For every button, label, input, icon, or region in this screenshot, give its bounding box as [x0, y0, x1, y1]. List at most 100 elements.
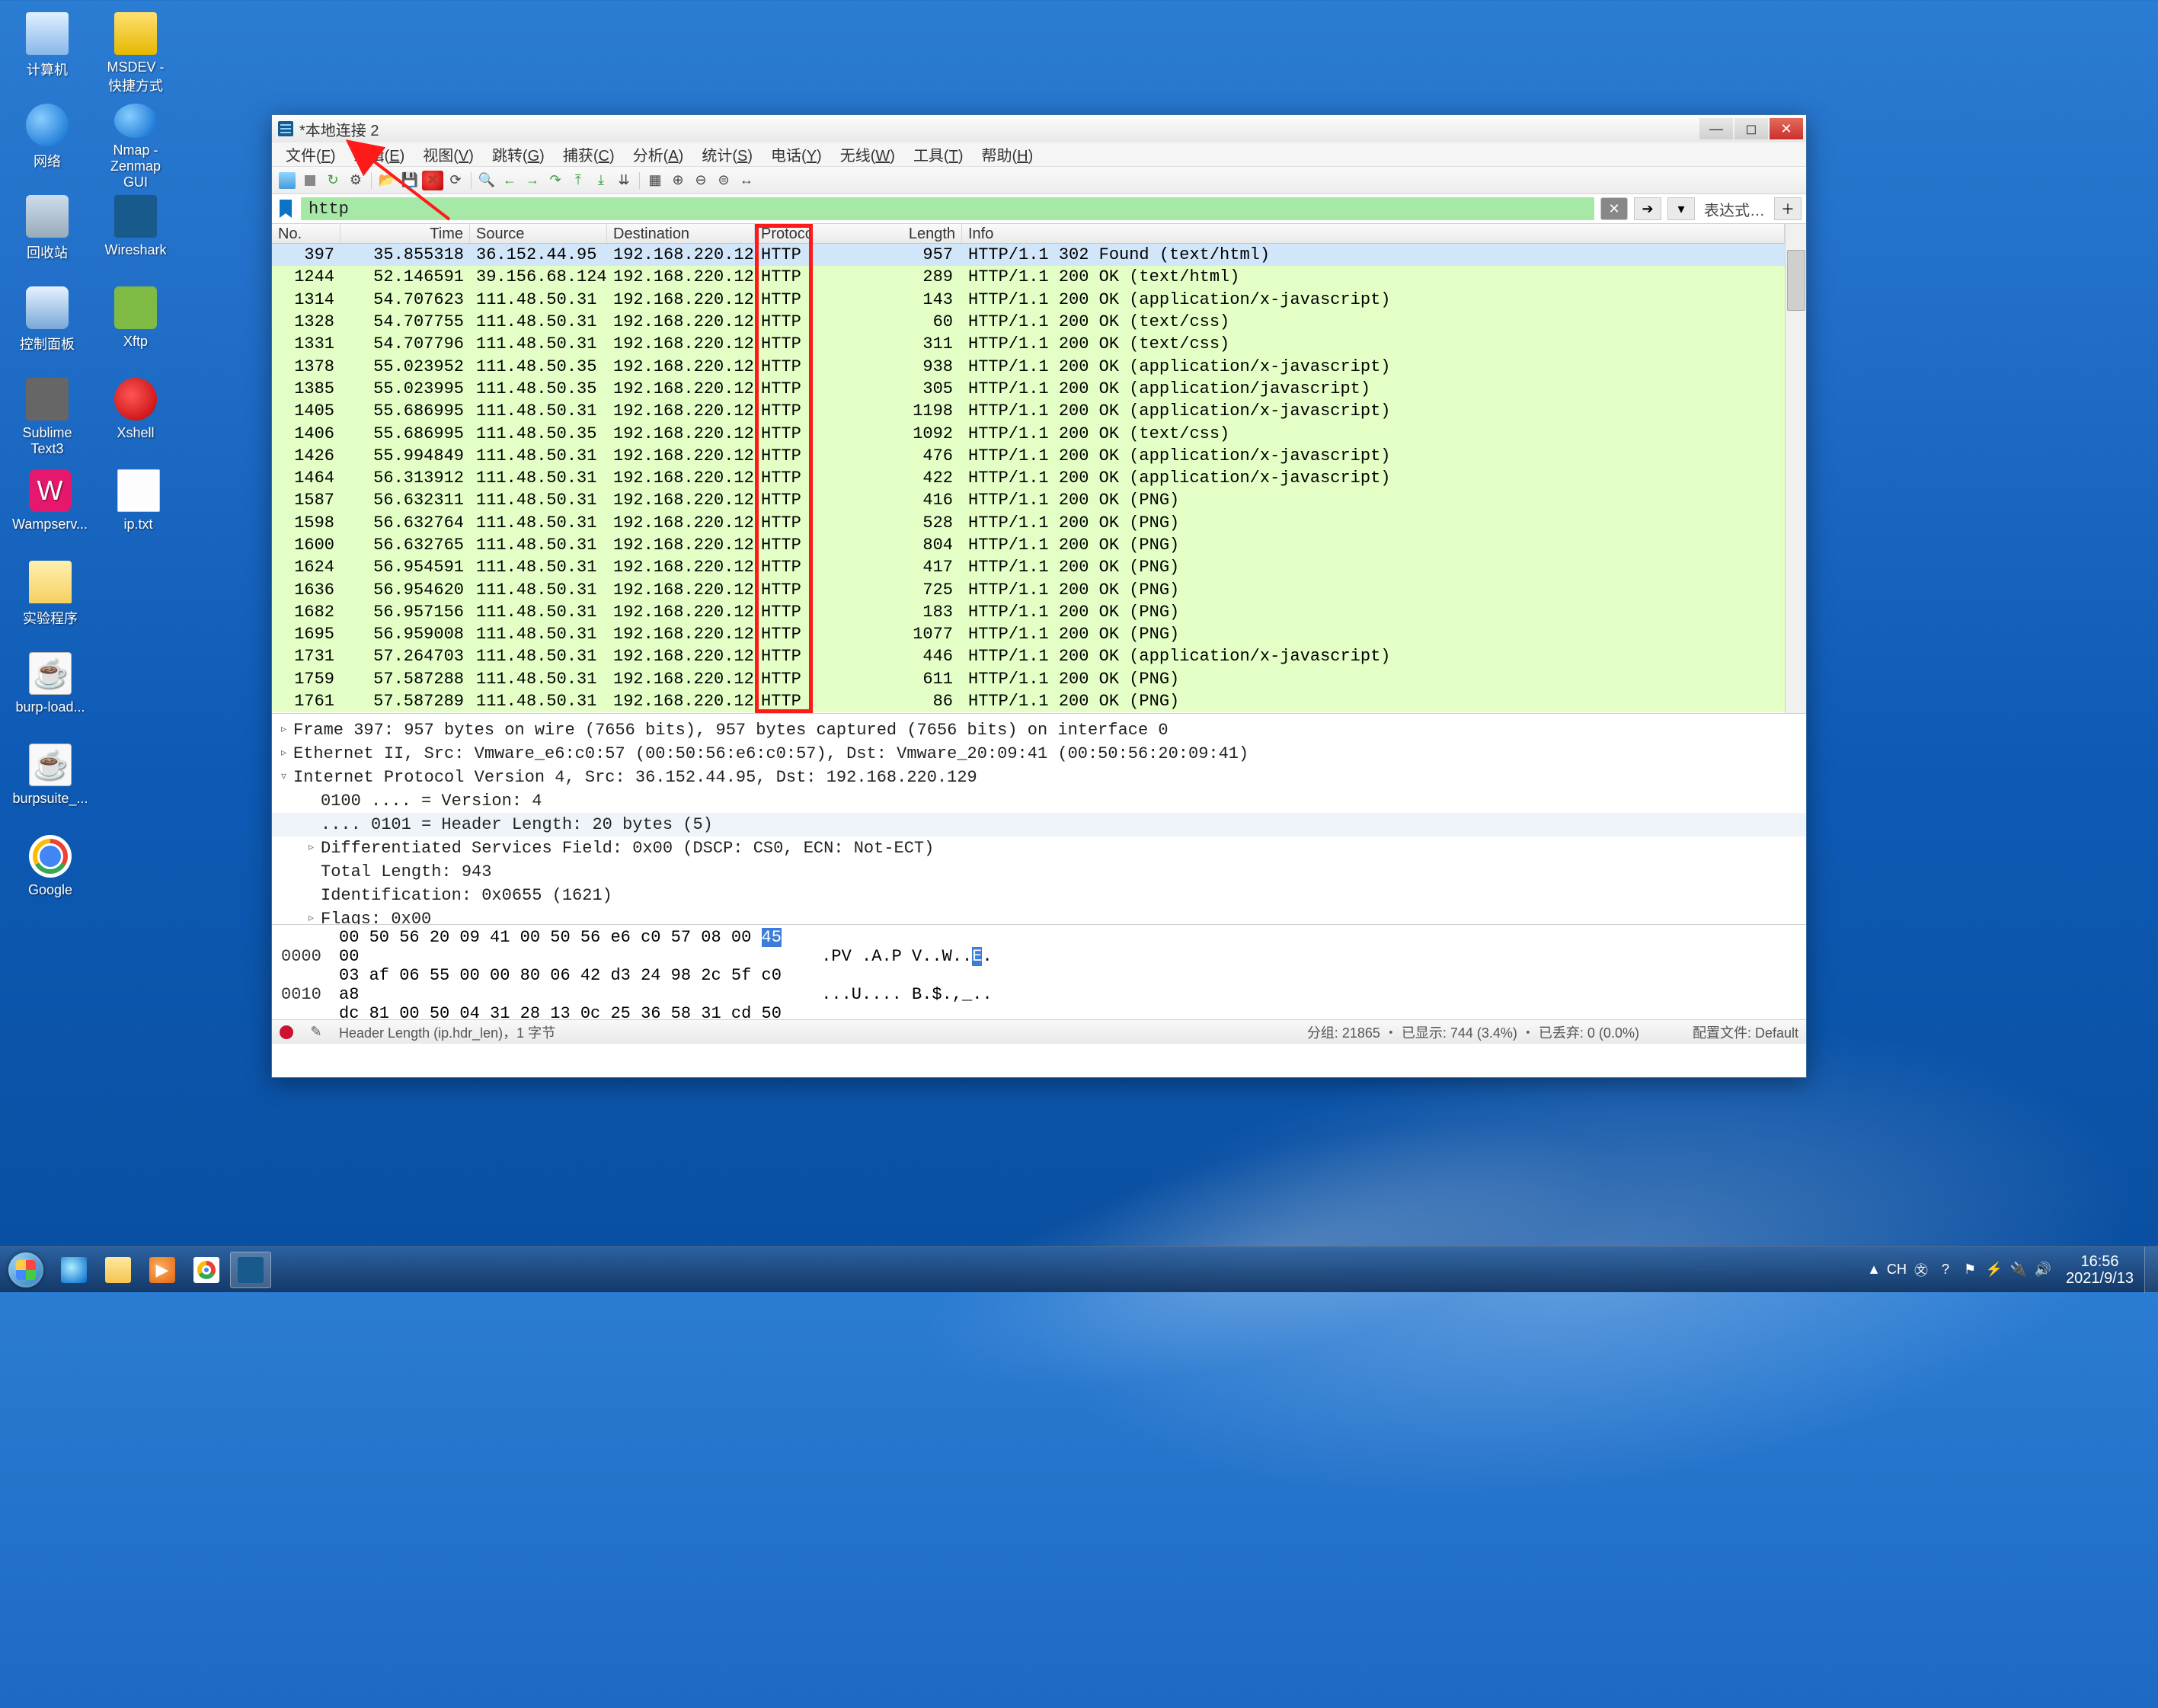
- col-destination[interactable]: Destination: [607, 224, 755, 243]
- ime-mode-icon[interactable]: ㉆: [1911, 1260, 1931, 1280]
- network-icon[interactable]: 🔌: [2009, 1260, 2029, 1280]
- taskbar-ie[interactable]: [53, 1252, 94, 1288]
- clock[interactable]: 16:56 2021/9/13: [2055, 1253, 2144, 1287]
- menu-item[interactable]: 统计(S): [694, 140, 760, 168]
- packet-row[interactable]: 176157.587289111.48.50.31192.168.220.129…: [272, 690, 1785, 712]
- action-center-icon[interactable]: ⚑: [1960, 1260, 1980, 1280]
- help-icon[interactable]: ?: [1936, 1260, 1955, 1280]
- packet-row[interactable]: 140555.686995111.48.50.31192.168.220.129…: [272, 400, 1785, 422]
- resize-columns-icon[interactable]: ↔: [736, 171, 757, 190]
- packet-row[interactable]: 169556.959008111.48.50.31192.168.220.129…: [272, 623, 1785, 645]
- colorize-icon[interactable]: ▦: [644, 171, 666, 190]
- reload-icon[interactable]: ⟳: [445, 171, 466, 190]
- col-protocol[interactable]: Protocol: [755, 224, 810, 243]
- go-forward-icon[interactable]: →: [522, 171, 543, 190]
- packet-row[interactable]: 124452.14659139.156.68.124192.168.220.12…: [272, 266, 1785, 288]
- detail-line[interactable]: ▹Differentiated Services Field: 0x00 (DS…: [272, 836, 1806, 860]
- packet-row[interactable]: 132854.707755111.48.50.31192.168.220.129…: [272, 311, 1785, 333]
- packet-row[interactable]: 131454.707623111.48.50.31192.168.220.129…: [272, 289, 1785, 311]
- desktop-icon[interactable]: Google: [12, 830, 88, 922]
- ime-icon[interactable]: CH: [1887, 1260, 1907, 1280]
- packet-row[interactable]: 140655.686995111.48.50.35192.168.220.129…: [272, 422, 1785, 444]
- detail-line[interactable]: ▹Ethernet II, Src: Vmware_e6:c0:57 (00:5…: [272, 742, 1806, 766]
- col-length[interactable]: Length: [810, 224, 962, 243]
- display-filter-input[interactable]: [301, 197, 1594, 220]
- hex-line[interactable]: 001003 af 06 55 00 00 80 06 42 d3 24 98 …: [281, 966, 1797, 1004]
- close-file-icon[interactable]: ✖: [422, 171, 443, 190]
- desktop-icon[interactable]: Sublime Text3: [12, 373, 82, 465]
- packet-row[interactable]: 158756.632311111.48.50.31192.168.220.129…: [272, 489, 1785, 511]
- go-last-icon[interactable]: ⤓: [590, 171, 612, 190]
- desktop-icon[interactable]: MSDEV - 快捷方式: [101, 8, 171, 99]
- desktop-icon[interactable]: 计算机: [12, 8, 82, 99]
- packet-row[interactable]: 146456.313912111.48.50.31192.168.220.129…: [272, 467, 1785, 489]
- desktop-icon[interactable]: ☕burp-load...: [12, 648, 88, 739]
- packet-list-body[interactable]: 39735.85531836.152.44.95192.168.220.129H…: [272, 244, 1785, 712]
- menu-item[interactable]: 帮助(H): [974, 140, 1041, 168]
- go-first-icon[interactable]: ⤒: [567, 171, 589, 190]
- volume-icon[interactable]: 🔊: [2033, 1260, 2053, 1280]
- packet-row[interactable]: 162456.954591111.48.50.31192.168.220.129…: [272, 556, 1785, 578]
- col-source[interactable]: Source: [470, 224, 607, 243]
- packet-row[interactable]: 39735.85531836.152.44.95192.168.220.129H…: [272, 244, 1785, 266]
- menu-item[interactable]: 文件(F): [278, 140, 344, 168]
- maximize-button[interactable]: ◻: [1734, 118, 1768, 139]
- taskbar-explorer[interactable]: [98, 1252, 139, 1288]
- close-button[interactable]: ✕: [1770, 118, 1803, 139]
- zoom-reset-icon[interactable]: ⊜: [713, 171, 734, 190]
- desktop-icon[interactable]: Xftp: [101, 282, 171, 373]
- packet-row[interactable]: 133154.707796111.48.50.31192.168.220.129…: [272, 333, 1785, 355]
- menu-item[interactable]: 编辑(E): [347, 140, 413, 168]
- col-no[interactable]: No.: [272, 224, 340, 243]
- desktop-icon[interactable]: WWampserv...: [12, 465, 88, 556]
- auto-scroll-icon[interactable]: ⇊: [613, 171, 635, 190]
- detail-line[interactable]: ▿Internet Protocol Version 4, Src: 36.15…: [272, 766, 1806, 789]
- recent-filter-button[interactable]: ▾: [1667, 197, 1695, 220]
- packet-bytes-pane[interactable]: 000000 50 56 20 09 41 00 50 56 e6 c0 57 …: [272, 925, 1806, 1019]
- packet-row[interactable]: 142655.994849111.48.50.31192.168.220.129…: [272, 445, 1785, 467]
- edit-icon[interactable]: ✎: [309, 1025, 324, 1040]
- show-desktop-button[interactable]: [2144, 1247, 2158, 1293]
- col-time[interactable]: Time: [340, 224, 470, 243]
- detail-line[interactable]: 0100 .... = Version: 4: [272, 789, 1806, 813]
- hex-line[interactable]: 000000 50 56 20 09 41 00 50 56 e6 c0 57 …: [281, 928, 1797, 966]
- open-file-icon[interactable]: 📂: [376, 171, 398, 190]
- menu-item[interactable]: 跳转(G): [484, 140, 552, 168]
- minimize-button[interactable]: —: [1699, 118, 1733, 139]
- zoom-out-icon[interactable]: ⊖: [690, 171, 711, 190]
- packet-row[interactable]: 168256.957156111.48.50.31192.168.220.129…: [272, 601, 1785, 623]
- go-back-icon[interactable]: ←: [499, 171, 520, 190]
- bookmark-icon[interactable]: [277, 200, 295, 218]
- desktop-icon[interactable]: 网络: [12, 99, 82, 190]
- packet-row[interactable]: 137855.023952111.48.50.35192.168.220.129…: [272, 355, 1785, 377]
- power-icon[interactable]: ⚡: [1984, 1260, 2004, 1280]
- menu-item[interactable]: 电话(Y): [763, 140, 830, 168]
- capture-options-icon[interactable]: ⚙: [345, 171, 366, 190]
- expression-button[interactable]: 表达式…: [1701, 198, 1768, 220]
- packet-row[interactable]: 163656.954620111.48.50.31192.168.220.129…: [272, 578, 1785, 600]
- apply-filter-button[interactable]: ➔: [1634, 197, 1661, 220]
- menu-item[interactable]: 分析(A): [625, 140, 692, 168]
- desktop-icon[interactable]: Xshell: [101, 373, 171, 465]
- menu-item[interactable]: 捕获(C): [555, 140, 622, 168]
- desktop-icon[interactable]: ☕burpsuite_...: [12, 739, 88, 830]
- restart-capture-icon[interactable]: ↻: [322, 171, 344, 190]
- menu-item[interactable]: 无线(W): [833, 140, 903, 168]
- taskbar-wireshark[interactable]: [230, 1252, 271, 1288]
- packet-row[interactable]: 175957.587288111.48.50.31192.168.220.129…: [272, 668, 1785, 690]
- taskbar-chrome[interactable]: [186, 1252, 227, 1288]
- zoom-in-icon[interactable]: ⊕: [667, 171, 689, 190]
- clear-filter-button[interactable]: ✕: [1600, 197, 1628, 220]
- menu-item[interactable]: 工具(T): [906, 140, 971, 168]
- packet-details-pane[interactable]: ▹Frame 397: 957 bytes on wire (7656 bits…: [272, 714, 1806, 925]
- packet-row[interactable]: 173157.264703111.48.50.31192.168.220.129…: [272, 645, 1785, 667]
- go-to-packet-icon[interactable]: ↷: [545, 171, 566, 190]
- packet-list-scrollbar[interactable]: [1785, 224, 1806, 713]
- desktop-icon[interactable]: 回收站: [12, 190, 82, 282]
- desktop-icon[interactable]: Wireshark: [101, 190, 171, 282]
- packet-row[interactable]: 138555.023995111.48.50.35192.168.220.129…: [272, 378, 1785, 400]
- col-info[interactable]: Info: [962, 224, 1785, 243]
- start-capture-icon[interactable]: [277, 171, 298, 190]
- desktop-icon[interactable]: ip.txt: [106, 465, 171, 556]
- detail-line[interactable]: ▹Flags: 0x00: [272, 907, 1806, 925]
